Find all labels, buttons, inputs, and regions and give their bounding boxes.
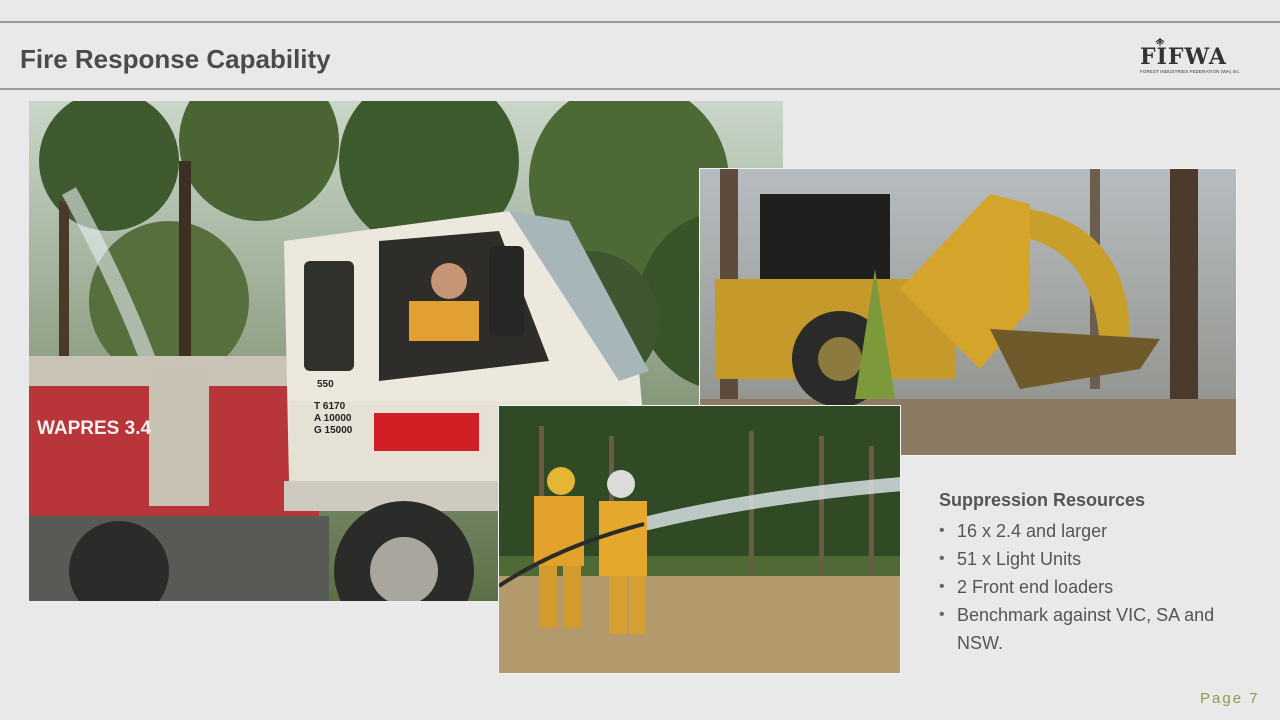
list-item: 16 x 2.4 and larger xyxy=(939,517,1239,545)
tank-label: WAPRES 3.4 xyxy=(37,418,151,439)
list-item: 2 Front end loaders xyxy=(939,573,1239,601)
cab-code: 550 xyxy=(317,379,334,390)
list-item: 51 x Light Units xyxy=(939,545,1239,573)
cab-line: G 15000 xyxy=(314,425,353,436)
cab-line: T 6170 xyxy=(314,401,346,412)
header-divider xyxy=(0,88,1280,90)
page-number: Page 7 xyxy=(1200,690,1260,707)
cab-line: A 10000 xyxy=(314,413,352,424)
fifwa-logo: FIFWA FOREST INDUSTRIES FEDERATION (WA) … xyxy=(1138,36,1240,80)
top-divider xyxy=(0,21,1280,23)
slide-title: Fire Response Capability xyxy=(20,44,331,74)
firefighters-hose-photo xyxy=(498,405,901,674)
logo-wordmark: FIFWA xyxy=(1140,44,1227,70)
list-item: Benchmark against VIC, SA and NSW. xyxy=(939,601,1239,657)
logo-subtitle: FOREST INDUSTRIES FEDERATION (WA) Inc. xyxy=(1140,69,1241,74)
resources-list: 16 x 2.4 and larger 51 x Light Units 2 F… xyxy=(939,517,1239,657)
resources-heading: Suppression Resources xyxy=(939,490,1146,510)
suppression-resources: Suppression Resources 16 x 2.4 and large… xyxy=(939,490,1239,657)
